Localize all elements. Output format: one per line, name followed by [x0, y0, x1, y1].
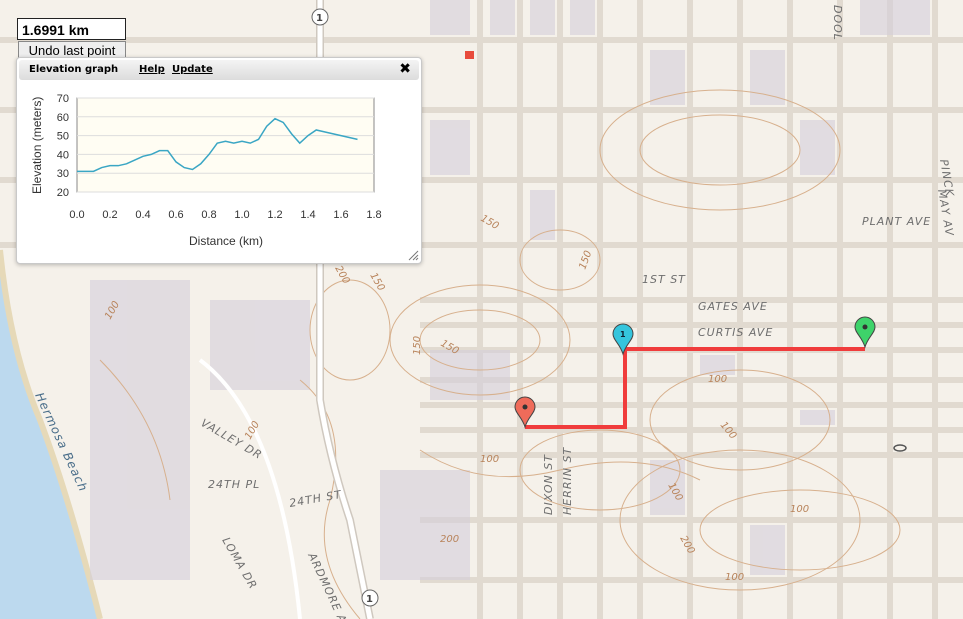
- close-icon[interactable]: ✖: [399, 61, 411, 77]
- street-label-gates-ave: GATES AVE: [698, 300, 768, 313]
- waypoint-number: 1: [620, 330, 626, 339]
- contour-label: 200: [440, 534, 459, 545]
- svg-text:1: 1: [366, 594, 373, 605]
- street-label-dixon-st: DIXON ST: [542, 454, 555, 515]
- route-shield-1-top: 1: [311, 8, 329, 26]
- help-link[interactable]: Help: [139, 64, 165, 75]
- street-label-herrin-st: HERRIN ST: [561, 447, 574, 515]
- street-label-24th-pl: 24TH PL: [208, 478, 260, 491]
- y-tick-label: 60: [57, 112, 69, 124]
- street-label-plant-ave: PLANT AVE: [862, 215, 931, 228]
- x-tick-label: 0.2: [102, 209, 117, 221]
- street-label-dool: DOOL: [831, 5, 844, 41]
- update-link[interactable]: Update: [172, 64, 213, 75]
- y-tick-label: 40: [57, 149, 69, 161]
- x-tick-label: 1.0: [234, 209, 249, 221]
- svg-text:1: 1: [316, 13, 323, 24]
- y-tick-label: 70: [57, 93, 69, 105]
- elevation-graph-panel: Elevation graph Help Update ✖ 0.0 0.2 0.4 0…: [16, 57, 422, 264]
- contour-label: 100: [790, 504, 809, 515]
- elevation-panel-header[interactable]: Elevation graph Help Update ✖: [19, 60, 419, 80]
- poi-icon: [465, 51, 474, 59]
- y-tick-label: 50: [57, 131, 69, 143]
- x-tick-label: 1.8: [366, 209, 381, 221]
- distance-readout: 1.6991 km: [17, 18, 126, 40]
- elevation-chart: 0.0 0.2 0.4 0.6 0.8 1.0 1.2 1.4 1.6 1.8 20 30 40 50 6…: [30, 93, 382, 248]
- x-tick-label: 1.6: [333, 209, 348, 221]
- street-label-1st-st: 1ST ST: [642, 273, 686, 286]
- x-tick-label: 0.8: [201, 209, 216, 221]
- contour-label: 100: [725, 572, 744, 583]
- x-axis-label: Distance (km): [189, 234, 263, 248]
- contour-label: 100: [480, 454, 499, 465]
- plot-background: [76, 97, 375, 193]
- x-tick-label: 0.6: [168, 209, 183, 221]
- x-tick-label: 0.4: [135, 209, 150, 221]
- contour-label: 100: [708, 374, 727, 385]
- resize-handle-icon[interactable]: [407, 249, 419, 261]
- x-tick-label: 1.2: [267, 209, 282, 221]
- route-shield-1-bottom: 1: [361, 589, 379, 607]
- elevation-panel-title: Elevation graph: [29, 64, 119, 75]
- x-tick-label: 1.4: [300, 209, 315, 221]
- y-tick-label: 30: [57, 168, 69, 180]
- x-tick-label: 0.0: [69, 209, 84, 221]
- contour-label: 150: [412, 336, 423, 355]
- street-label-curtis-ave: CURTIS AVE: [698, 326, 773, 339]
- y-axis-label: Elevation (meters): [30, 97, 44, 194]
- y-tick-label: 20: [57, 187, 69, 199]
